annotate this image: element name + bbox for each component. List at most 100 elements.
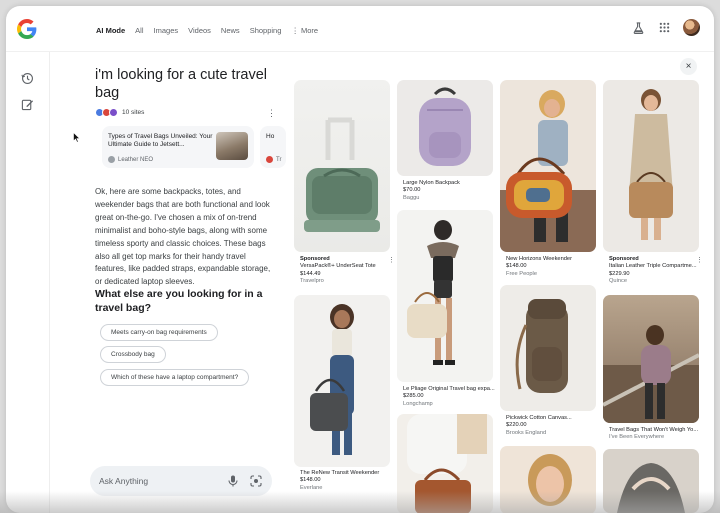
product-name: Pickwick Cotton Canvas...: [506, 415, 572, 421]
product-more-icon[interactable]: ⋮: [696, 256, 703, 264]
source-card-title: Types of Travel Bags Unveiled: Your Ulti…: [108, 133, 213, 148]
product-name: Le Pliage Original Travel bag expa...: [403, 386, 495, 392]
product-image[interactable]: [603, 80, 699, 252]
source-card[interactable]: Ho Tr: [260, 126, 286, 168]
traveler-with-backpack-image: [603, 325, 699, 423]
product-name: Large Nylon Backpack: [403, 180, 460, 186]
product-info[interactable]: The ReNew Transit Weekender $148.00 Ever…: [300, 470, 398, 492]
google-logo[interactable]: [17, 19, 37, 39]
close-button[interactable]: ×: [680, 58, 697, 75]
edit-icon[interactable]: [21, 98, 34, 111]
product-store: Everlane: [300, 484, 323, 491]
model-with-bag-image: [407, 220, 459, 365]
suggestion-chip[interactable]: Crossbody bag: [100, 346, 166, 363]
conversation-panel: i'm looking for a cute travel bag 10 sit…: [50, 52, 286, 513]
product-store: Longchamp: [403, 400, 433, 407]
product-image[interactable]: [603, 295, 699, 423]
product-price: $70.00: [403, 187, 421, 194]
tab-more[interactable]: ⋮ More: [291, 26, 318, 35]
suggestion-chip[interactable]: Which of these have a laptop compartment…: [100, 369, 250, 386]
source-name: Leather NEO: [118, 156, 154, 163]
sponsored-label: Sponsored: [609, 256, 639, 262]
sources-summary[interactable]: 10 sites: [95, 108, 144, 117]
product-price: $144.49: [300, 270, 321, 277]
more-options-icon[interactable]: ⋮: [267, 108, 276, 119]
product-price: $229.90: [609, 270, 630, 277]
model-portrait-image: [528, 454, 572, 506]
product-store: Baggu: [403, 194, 420, 201]
model-with-bag-image: [500, 90, 596, 252]
tab-shopping[interactable]: Shopping: [250, 26, 282, 35]
browser-frame: AI Mode All Images Videos News Shopping …: [6, 6, 714, 513]
tab-ai-mode[interactable]: AI Mode: [96, 26, 125, 35]
flask-icon[interactable]: [631, 21, 645, 35]
source-card-site: Tr: [266, 156, 281, 163]
product-price: $148.00: [300, 477, 321, 484]
product-image[interactable]: [397, 80, 493, 176]
apps-grid-icon[interactable]: [657, 21, 671, 35]
product-info[interactable]: Large Nylon Backpack $70.00 Baggu: [403, 180, 501, 202]
product-name: Travel Bags That Won't Weigh Yo...: [609, 427, 699, 433]
tab-images[interactable]: Images: [154, 26, 179, 35]
sites-count: 10 sites: [122, 109, 145, 116]
product-info[interactable]: Sponsored VersaPack®+ UnderSeat Tote $14…: [300, 256, 398, 286]
avatar[interactable]: [683, 19, 700, 36]
product-info[interactable]: Travel Bags That Won't Weigh Yo... I've …: [609, 427, 707, 442]
product-store: Brooks England: [506, 429, 547, 436]
product-store: Quince: [609, 278, 628, 285]
product-image[interactable]: [500, 446, 596, 513]
suggestion-chip[interactable]: Meets carry-on bag requirements: [100, 324, 218, 341]
lens-icon[interactable]: [250, 475, 262, 487]
product-image[interactable]: [294, 295, 390, 467]
source-card-site: Leather NEO: [108, 156, 153, 163]
product-info[interactable]: Pickwick Cotton Canvas... $220.00 Brooks…: [506, 415, 604, 437]
product-grid-panel: × Sponsored VersaPack®+ UnderSeat Tote $…: [286, 52, 714, 513]
top-right-icons: [631, 19, 700, 36]
product-price: $220.00: [506, 422, 527, 429]
tab-news[interactable]: News: [221, 26, 240, 35]
bag-closeup-image: [617, 463, 685, 513]
source-name: Tr: [276, 156, 282, 163]
product-store: Travelpro: [300, 278, 324, 285]
model-with-bag-image: [407, 414, 487, 513]
tab-all[interactable]: All: [135, 26, 143, 35]
user-query: i'm looking for a cute travel bag: [95, 67, 268, 101]
history-icon[interactable]: [21, 72, 34, 85]
model-with-bag-image: [310, 304, 354, 455]
product-image[interactable]: [603, 449, 699, 513]
site-favicon: [109, 108, 118, 117]
ask-input[interactable]: Ask Anything: [99, 476, 148, 486]
product-info[interactable]: Sponsored Italian Leather Triple Compart…: [609, 256, 707, 286]
search-tabs: AI Mode All Images Videos News Shopping …: [96, 26, 328, 35]
product-store: I've Been Everywhere: [609, 434, 665, 441]
product-price: $285.00: [403, 393, 424, 400]
backpack-image: [515, 299, 568, 393]
mouse-cursor-icon: [73, 132, 81, 143]
product-more-icon[interactable]: ⋮: [388, 256, 395, 264]
ai-answer-text: Ok, here are some backpacks, totes, and …: [95, 187, 271, 287]
source-card-title: Ho: [266, 133, 275, 140]
product-name: The ReNew Transit Weekender: [300, 470, 380, 476]
product-name: Italian Leather Triple Compartme...: [609, 263, 697, 270]
tote-bag-image: [304, 117, 380, 232]
backpack-image: [419, 87, 471, 166]
product-name: VersaPack®+ UnderSeat Tote: [300, 263, 376, 270]
product-image[interactable]: [397, 210, 493, 382]
source-card-thumbnail: [216, 132, 248, 160]
product-name: New Horizons Weekender: [506, 256, 572, 262]
model-with-bag-image: [629, 89, 673, 240]
ask-bar[interactable]: Ask Anything: [90, 466, 272, 496]
site-favicon: [266, 156, 273, 163]
followup-question: What else are you looking for in a trave…: [95, 288, 263, 314]
product-info[interactable]: New Horizons Weekender $148.00 Free Peop…: [506, 256, 604, 278]
product-image[interactable]: [294, 80, 390, 252]
site-favicon: [108, 156, 115, 163]
product-image[interactable]: [500, 285, 596, 411]
product-image[interactable]: [397, 414, 493, 513]
product-info[interactable]: Le Pliage Original Travel bag expa... $2…: [403, 386, 501, 408]
tab-videos[interactable]: Videos: [188, 26, 211, 35]
sidebar: [6, 52, 50, 513]
microphone-icon[interactable]: [228, 475, 238, 487]
source-card[interactable]: Types of Travel Bags Unveiled: Your Ulti…: [102, 126, 254, 168]
product-image[interactable]: [500, 80, 596, 252]
